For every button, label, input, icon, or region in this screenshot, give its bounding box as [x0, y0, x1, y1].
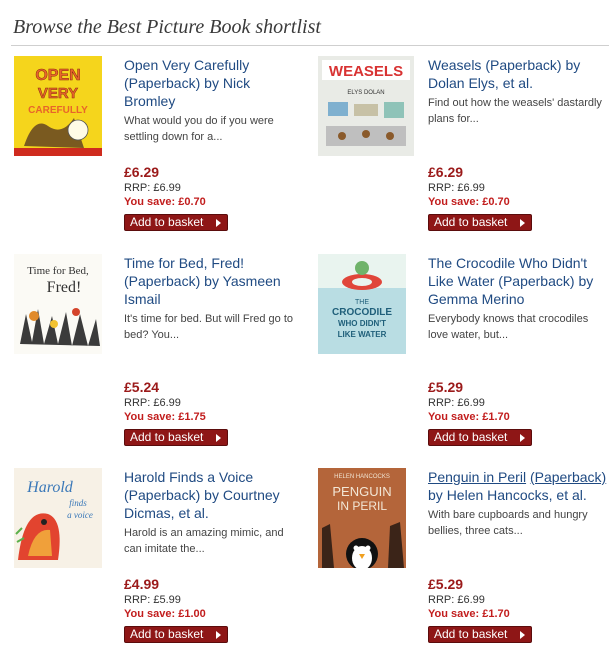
price: £6.29: [124, 164, 160, 180]
cover-text: WHO DIDN'T: [338, 319, 386, 328]
product-info: Harold Finds a Voice (Paperback) by Cour…: [124, 468, 304, 557]
cover-text: finds: [69, 498, 87, 508]
cover-text: HELEN HANCOCKS: [334, 474, 390, 480]
product-blurb: Find out how the weasels' dastardly plan…: [428, 97, 602, 125]
cover-text: WEASELS: [329, 63, 403, 80]
product-pricing: £4.99 RRP: £5.99 You save: £1.00 Add to …: [124, 576, 304, 643]
rrp: RRP: £6.99: [428, 594, 485, 606]
cover-text: CROCODILE: [332, 307, 392, 318]
product-pricing: £6.29 RRP: £6.99 You save: £0.70 Add to …: [124, 164, 304, 231]
product-info: Weasels (Paperback) by Dolan Elys, et al…: [428, 56, 608, 127]
add-to-basket-button[interactable]: Add to basket: [428, 429, 532, 446]
you-save: You save: £1.00: [124, 608, 206, 620]
price: £5.29: [428, 379, 464, 395]
book-cover-image[interactable]: OPEN VERY CAREFULLY: [14, 56, 102, 156]
product-info: Time for Bed, Fred! (Paperback) by Yasme…: [124, 254, 304, 343]
book-cover-image[interactable]: HELEN HANCOCKS PENGUIN IN PERIL: [318, 468, 406, 568]
product-card: Harold finds a voice Harold Finds a Voic…: [14, 468, 304, 661]
add-to-basket-button[interactable]: Add to basket: [428, 214, 532, 231]
rrp: RRP: £5.99: [124, 594, 181, 606]
you-save: You save: £0.70: [428, 196, 510, 208]
product-blurb: Harold is an amazing mimic, and can imit…: [124, 527, 284, 555]
price: £5.29: [428, 576, 464, 592]
arrow-right-icon: [520, 631, 525, 639]
product-title-link[interactable]: Penguin in Peril (Paperback) by Helen Ha…: [428, 468, 608, 504]
product-pricing: £5.24 RRP: £6.99 You save: £1.75 Add to …: [124, 379, 304, 446]
price: £5.24: [124, 379, 160, 395]
product-info: Open Very Carefully (Paperback) by Nick …: [124, 56, 304, 145]
you-save: You save: £1.75: [124, 411, 206, 423]
cover-text: Fred!: [47, 279, 82, 296]
product-title-link[interactable]: Weasels (Paperback) by Dolan Elys, et al…: [428, 56, 608, 92]
cover-text: PENGUIN: [332, 484, 391, 499]
product-title-link[interactable]: The Crocodile Who Didn't Like Water (Pap…: [428, 254, 608, 308]
add-to-basket-button[interactable]: Add to basket: [124, 429, 228, 446]
rrp: RRP: £6.99: [428, 182, 485, 194]
product-blurb: It's time for bed. But will Fred go to b…: [124, 313, 294, 341]
product-title-link[interactable]: Harold Finds a Voice (Paperback) by Cour…: [124, 468, 304, 522]
product-blurb: What would you do if you were settling d…: [124, 115, 274, 143]
product-blurb: Everybody knows that crocodiles love wat…: [428, 313, 589, 341]
product-pricing: £5.29 RRP: £6.99 You save: £1.70 Add to …: [428, 379, 608, 446]
product-title-link[interactable]: Time for Bed, Fred! (Paperback) by Yasme…: [124, 254, 304, 308]
cover-text: Harold: [26, 479, 74, 496]
add-to-basket-button[interactable]: Add to basket: [124, 214, 228, 231]
rrp: RRP: £6.99: [124, 397, 181, 409]
book-cover-image[interactable]: Harold finds a voice: [14, 468, 102, 568]
arrow-right-icon: [520, 434, 525, 442]
cover-text: ELYS DOLAN: [347, 90, 384, 96]
product-card: Time for Bed, Fred! Time for Bed, Fred! …: [14, 254, 304, 454]
section-title: Browse the Best Picture Book shortlist: [13, 16, 321, 38]
book-cover-image[interactable]: Time for Bed, Fred!: [14, 254, 102, 354]
price: £6.29: [428, 164, 464, 180]
book-cover-image[interactable]: WEASELS ELYS DOLAN: [318, 56, 414, 156]
cover-text: IN PERIL: [337, 499, 387, 513]
product-info: Penguin in Peril (Paperback) by Helen Ha…: [428, 468, 608, 539]
cover-text: CAREFULLY: [28, 105, 88, 116]
rrp: RRP: £6.99: [428, 397, 485, 409]
price: £4.99: [124, 576, 160, 592]
arrow-right-icon: [216, 219, 221, 227]
book-cover-image[interactable]: THE CROCODILE WHO DIDN'T LIKE WATER: [318, 254, 406, 354]
cover-text: LIKE WATER: [338, 330, 387, 339]
arrow-right-icon: [216, 631, 221, 639]
arrow-right-icon: [216, 434, 221, 442]
you-save: You save: £1.70: [428, 411, 510, 423]
product-card: HELEN HANCOCKS PENGUIN IN PERIL Penguin …: [318, 468, 608, 661]
arrow-right-icon: [520, 219, 525, 227]
cover-text: THE: [355, 299, 369, 306]
product-info: The Crocodile Who Didn't Like Water (Pap…: [428, 254, 608, 343]
product-blurb: With bare cupboards and hungry bellies, …: [428, 509, 588, 537]
cover-text: a voice: [67, 510, 93, 520]
you-save: You save: £0.70: [124, 196, 206, 208]
rrp: RRP: £6.99: [124, 182, 181, 194]
section-header: Browse the Best Picture Book shortlist: [11, 8, 609, 46]
product-card: OPEN VERY CAREFULLY Open Very Carefully …: [14, 56, 304, 256]
cover-text: VERY: [38, 85, 78, 102]
add-to-basket-button[interactable]: Add to basket: [124, 626, 228, 643]
cover-text: OPEN: [35, 67, 80, 84]
product-pricing: £6.29 RRP: £6.99 You save: £0.70 Add to …: [428, 164, 608, 231]
you-save: You save: £1.70: [428, 608, 510, 620]
add-to-basket-button[interactable]: Add to basket: [428, 626, 532, 643]
product-pricing: £5.29 RRP: £6.99 You save: £1.70 Add to …: [428, 576, 608, 643]
cover-text: Time for Bed,: [27, 265, 89, 277]
product-card: THE CROCODILE WHO DIDN'T LIKE WATER The …: [318, 254, 608, 454]
product-card: WEASELS ELYS DOLAN Weasels (Paperback) b…: [318, 56, 608, 256]
product-title-link[interactable]: Open Very Carefully (Paperback) by Nick …: [124, 56, 304, 110]
